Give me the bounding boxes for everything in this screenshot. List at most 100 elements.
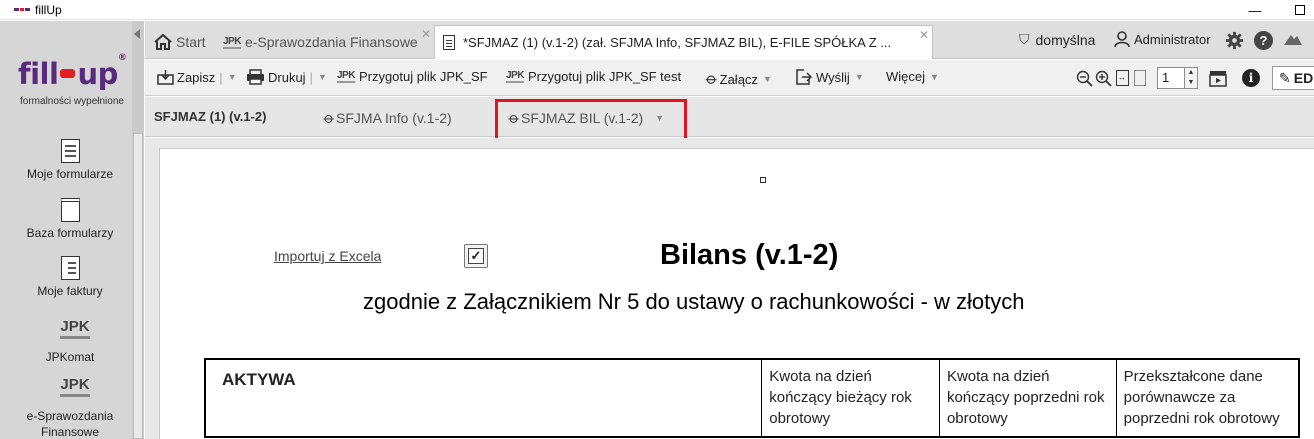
close-icon[interactable]: ✕: [421, 27, 431, 41]
maximize-button[interactable]: [1285, 0, 1314, 20]
sidebar-item-e-financial-reports[interactable]: JPK e-Sprawozdania Finansowe: [0, 376, 140, 439]
jpk-icon: JPK: [223, 35, 241, 49]
info-icon: i: [1242, 69, 1260, 87]
zoom-out-icon: [1076, 70, 1093, 87]
prepare-jpk-button[interactable]: JPK Przygotuj plik JPK_SF: [337, 69, 488, 84]
sidebar-item-my-invoices[interactable]: Moje faktury: [0, 256, 140, 298]
sidebar-item-label: Moje faktury: [37, 284, 103, 298]
more-label: Więcej: [886, 69, 926, 84]
user-icon: [1114, 31, 1130, 48]
window-title: fillUp: [35, 2, 62, 17]
profile-selector[interactable]: ⛉ domyślna: [1019, 31, 1095, 48]
close-icon[interactable]: ✕: [919, 28, 929, 42]
edit-button[interactable]: ✎ ED: [1272, 66, 1314, 90]
prepare-jpk-test-label: Przygotuj plik JPK_SF test: [527, 69, 682, 84]
profile-label: domyślna: [1035, 31, 1096, 48]
document-subtitle: zgodnie z Załącznikiem Nr 5 do ustawy o …: [363, 289, 1025, 314]
current-year-header: Kwota na dzień kończący bieżący rok obro…: [761, 358, 940, 438]
assets-header: AKTYWA: [204, 358, 763, 438]
page-stepper[interactable]: ▲ ▼: [1184, 67, 1198, 89]
print-label: Drukuj: [268, 69, 306, 85]
app-logo-icon: [14, 6, 30, 14]
subtab-sfjma-info[interactable]: ⌀ SFJMA Info (v.1-2): [320, 109, 452, 127]
tab-label: Start: [176, 34, 206, 50]
left-sidebar: fill up® formalności wypełnione Moje form…: [0, 21, 144, 439]
home-icon: [154, 34, 172, 50]
info-button[interactable]: i: [1242, 69, 1260, 87]
prepare-jpk-label: Przygotuj plik JPK_SF: [358, 69, 488, 84]
printer-icon: [247, 69, 264, 85]
jpk-icon: JPK: [506, 70, 524, 83]
document-toolbar: Zapisz | ▼ Drukuj | ▼ JPK Przygotuj plik JPK…: [145, 60, 1314, 96]
save-button[interactable]: Zapisz | ▼: [157, 69, 237, 85]
mountain-icon: [1284, 35, 1302, 45]
import-checkbox[interactable]: ✓: [464, 244, 488, 268]
send-icon: [796, 69, 813, 85]
form-list-icon: [60, 139, 80, 163]
fit-width-button[interactable]: ↔: [1113, 69, 1131, 87]
tab-start[interactable]: Start: [149, 25, 217, 59]
settings-button[interactable]: [1225, 31, 1244, 50]
window-titlebar: fillUp —: [0, 0, 1314, 20]
send-label: Wyślij: [816, 69, 850, 85]
more-button[interactable]: Więcej ▼: [886, 69, 939, 84]
page-width-icon: ↔: [1115, 70, 1129, 86]
tab-sfjmaz-document[interactable]: *SFJMAZ (1) (v.1-2) (zał. SFJMA Info, SF…: [434, 25, 933, 59]
fillup-logo: fill up®: [18, 53, 127, 91]
minimize-button[interactable]: —: [1240, 0, 1270, 20]
jpk-icon: JPK: [60, 318, 90, 339]
anchor-marker: [760, 177, 766, 183]
sidebar-item-jpkomat[interactable]: JPK JPKomat: [0, 318, 140, 364]
jpk-icon: JPK: [337, 70, 355, 83]
sidebar-item-my-forms[interactable]: Moje formularze: [0, 139, 140, 181]
checkbox-mark: ✓: [468, 248, 484, 264]
attach-button[interactable]: ⌀ Załącz ▼: [702, 69, 772, 89]
collapse-arrow-icon[interactable]: [134, 29, 140, 39]
cloud-button[interactable]: [1283, 31, 1303, 47]
sidebar-item-label: JPKomat: [45, 350, 95, 364]
tab-e-financial-reports[interactable]: JPK e-Sprawozdania Finansowe ✕: [219, 25, 433, 59]
page-number-input[interactable]: 1: [1157, 67, 1185, 89]
import-from-excel-link[interactable]: Importuj z Excela: [274, 248, 381, 264]
tab-label: e-Sprawozdania Finansowe: [244, 34, 418, 50]
print-button[interactable]: Drukuj | ▼: [246, 69, 327, 85]
fit-page-button[interactable]: [1131, 69, 1149, 87]
gear-icon: [1225, 31, 1244, 50]
profile-icon: ⛉: [1019, 31, 1030, 47]
subtab-label: SFJMA Info (v.1-2): [336, 110, 452, 126]
edit-icon: ✎: [1279, 69, 1291, 86]
attachment-tabs: SFJMAZ (1) (v.1-2) ⌀ SFJMA Info (v.1-2) …: [145, 97, 1314, 141]
zoom-in-button[interactable]: [1094, 69, 1112, 87]
subtab-sfjmaz[interactable]: SFJMAZ (1) (v.1-2): [154, 109, 266, 124]
send-button[interactable]: Wyślij ▼: [795, 69, 864, 85]
help-icon: ?: [1254, 31, 1273, 50]
document-page: Importuj z Excela ✓ Bilans (v.1-2) zgodn…: [159, 148, 1314, 439]
balance-sheet-table: AKTYWA Kwota na dzień kończący bieżący r…: [204, 358, 1300, 438]
user-label: Administrator: [1134, 32, 1211, 47]
sidebar-scrollbar[interactable]: [132, 21, 144, 439]
selection-highlight: [495, 99, 687, 141]
sidebar-item-label: Baza formularzy: [26, 226, 114, 240]
subtab-label: SFJMAZ (1) (v.1-2): [154, 109, 267, 124]
help-button[interactable]: ?: [1254, 31, 1273, 50]
tab-bar: Start JPK e-Sprawozdania Finansowe ✕ *SF…: [145, 21, 1314, 59]
sidebar-item-forms-database[interactable]: Baza formularzy: [0, 198, 140, 240]
jpk-icon: JPK: [60, 376, 90, 397]
slideshow-button[interactable]: [1209, 69, 1227, 87]
tab-label: *SFJMAZ (1) (v.1-2) (zał. SFJMA Info, SF…: [463, 35, 892, 50]
previous-year-header: Kwota na dzień kończący poprzedni rok ob…: [938, 358, 1117, 438]
sidebar-item-label: Moje formularze: [26, 167, 114, 181]
comparative-data-header: Przekształcone dane porównawcze za poprz…: [1115, 358, 1300, 438]
notepad-icon: [60, 198, 80, 222]
scrollbar-thumb[interactable]: [133, 133, 143, 439]
clapperboard-icon: [1209, 70, 1227, 87]
prepare-jpk-test-button[interactable]: JPK Przygotuj plik JPK_SF test: [506, 69, 681, 84]
page-icon: [1134, 70, 1146, 86]
user-menu[interactable]: Administrator: [1114, 31, 1211, 48]
zoom-out-button[interactable]: [1075, 69, 1093, 87]
save-icon: [157, 70, 174, 85]
zoom-in-icon: [1095, 70, 1112, 87]
invoice-icon: [60, 256, 80, 280]
edit-label: ED: [1293, 70, 1314, 86]
logo-tagline: formalności wypełnione: [20, 96, 124, 107]
